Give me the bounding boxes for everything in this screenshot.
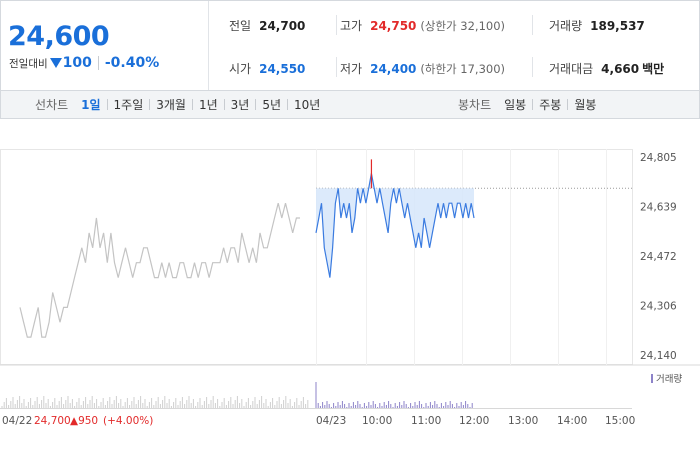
volume-label: 거래량 — [549, 19, 583, 33]
volume-value: 189,537 — [590, 19, 645, 33]
x-tick-label: 10:00 — [362, 415, 392, 427]
candle-chart-tabs: 봉차트 일봉 주봉 월봉 — [458, 91, 596, 118]
low-value: 24,400 — [370, 62, 417, 76]
volume-legend-swatch — [651, 374, 653, 383]
x-tick-label: 15:00 — [605, 415, 635, 427]
divider — [336, 15, 337, 35]
divider — [191, 99, 193, 110]
y-tick-label: 24,639 — [640, 202, 677, 214]
volume-legend-label: 거래량 — [656, 373, 682, 385]
change-amount: 100 — [62, 55, 92, 71]
amount-value: 4,660 — [601, 62, 640, 76]
tab-3-months[interactable]: 3개월 — [156, 96, 186, 113]
line-chart-tabs: 선차트 1일 1주일 3개월 1년 3년 5년 10년 — [35, 91, 320, 118]
open-value: 24,550 — [259, 62, 306, 76]
tab-1-day[interactable]: 1일 — [81, 96, 100, 113]
x-tick-label: 12:00 — [459, 415, 489, 427]
x-tick-label: 04/22 — [2, 415, 32, 427]
y-tick-label: 24,472 — [640, 251, 677, 263]
tab-weekly-candle[interactable]: 주봉 — [539, 96, 561, 113]
upper-limit: (상한가 32,100) — [420, 19, 506, 33]
footer-change: ▲950 — [70, 415, 98, 427]
change-label: 전일대비 — [9, 57, 48, 70]
divider — [532, 15, 533, 35]
price-chart[interactable]: 24,805 24,639 24,472 24,306 24,140 거래량 04/22 04… — [0, 119, 700, 450]
open-stat: 시가 24,550 — [229, 60, 305, 77]
down-triangle-icon — [49, 58, 62, 68]
lower-limit: (하한가 17,300) — [420, 62, 506, 76]
tab-3-years[interactable]: 3년 — [231, 96, 250, 113]
amount-label: 거래대금 — [549, 62, 594, 76]
x-tick-label: 14:00 — [557, 415, 587, 427]
stock-summary-panel: 24,600 전일대비 100 -0.40% 전일 24,700 고가 24,7… — [0, 0, 700, 91]
x-tick-label: 04/23 — [316, 415, 346, 427]
tab-5-years[interactable]: 5년 — [262, 96, 281, 113]
divider — [287, 99, 289, 110]
open-label: 시가 — [229, 62, 252, 76]
tab-10-years[interactable]: 10년 — [294, 96, 320, 113]
divider — [223, 99, 225, 110]
footer-percent: (+4.00%) — [103, 415, 153, 427]
high-label: 고가 — [340, 19, 363, 33]
divider — [97, 56, 99, 70]
current-price: 24,600 — [8, 21, 110, 52]
tab-daily-candle[interactable]: 일봉 — [504, 96, 526, 113]
amount-stat: 거래대금 4,660 백만 — [549, 60, 664, 77]
change-row: 전일대비 100 -0.40% — [9, 55, 159, 71]
change-percent: -0.40% — [104, 55, 160, 71]
price-chart-svg[interactable]: 24,805 24,639 24,472 24,306 24,140 거래량 04/22 04… — [0, 119, 700, 450]
prev-close-label: 전일 — [229, 19, 252, 33]
tab-1-week[interactable]: 1주일 — [114, 96, 144, 113]
tab-1-year[interactable]: 1년 — [199, 96, 218, 113]
current-price-box: 24,600 전일대비 100 -0.40% — [1, 1, 209, 91]
prev-close-stat: 전일 24,700 — [229, 17, 305, 34]
high-value: 24,750 — [370, 19, 417, 33]
x-tick-label: 13:00 — [508, 415, 538, 427]
line-chart-title: 선차트 — [35, 98, 69, 112]
footer-close: 24,700 — [34, 415, 71, 427]
volume-stat: 거래량 189,537 — [549, 17, 645, 34]
divider — [255, 99, 257, 110]
divider — [567, 99, 569, 110]
high-stat: 고가 24,750 (상한가 32,100) — [340, 17, 505, 34]
y-tick-label: 24,306 — [640, 301, 677, 313]
divider — [106, 99, 108, 110]
y-tick-label: 24,805 — [640, 152, 677, 164]
divider — [532, 57, 533, 77]
prev-close-value: 24,700 — [259, 19, 306, 33]
y-tick-label: 24,140 — [640, 350, 677, 362]
low-stat: 저가 24,400 (하한가 17,300) — [340, 60, 505, 77]
divider — [336, 57, 337, 77]
amount-unit: 백만 — [642, 62, 665, 76]
low-label: 저가 — [340, 62, 363, 76]
tab-monthly-candle[interactable]: 월봉 — [574, 96, 596, 113]
chart-tab-bar: 선차트 1일 1주일 3개월 1년 3년 5년 10년 봉차트 일봉 주봉 월봉 — [0, 90, 700, 119]
x-tick-label: 11:00 — [411, 415, 441, 427]
prev-day-line — [19, 203, 300, 338]
candle-chart-title: 봉차트 — [458, 98, 492, 112]
today-area-fill — [316, 173, 474, 278]
divider — [149, 99, 151, 110]
divider — [532, 99, 534, 110]
